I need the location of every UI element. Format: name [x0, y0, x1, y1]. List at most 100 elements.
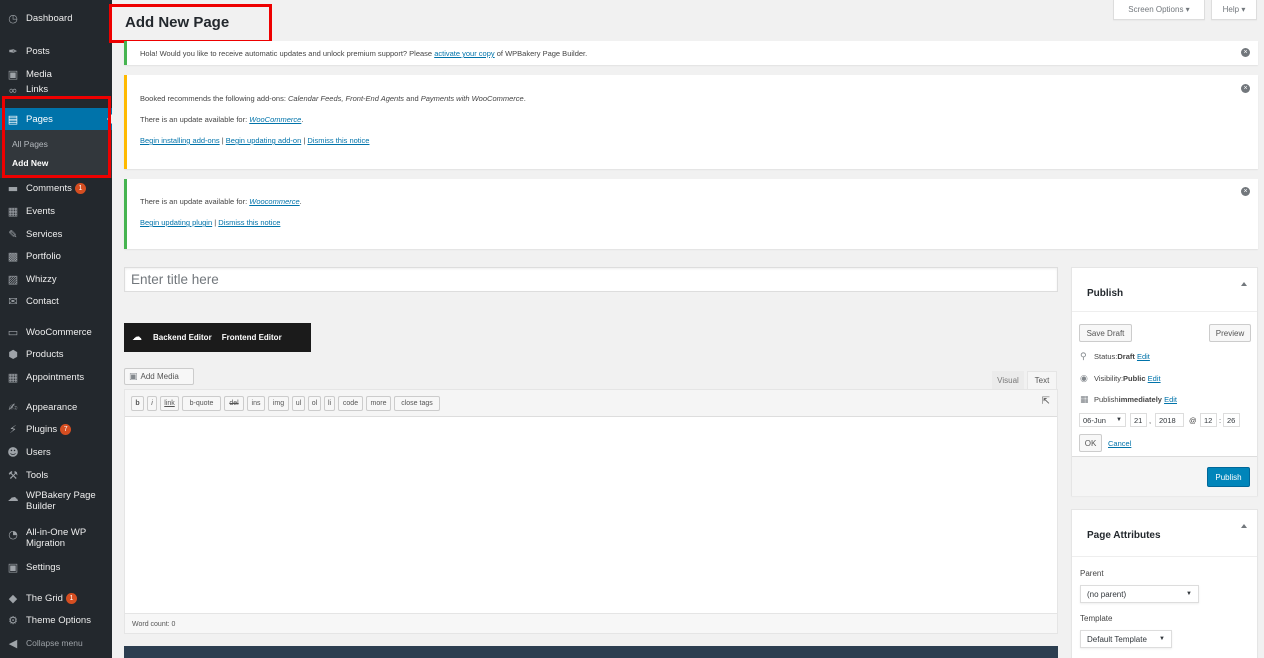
- menu-item-links[interactable]: ∞ Links: [0, 84, 112, 96]
- cancel-link[interactable]: Cancel: [1108, 439, 1131, 448]
- menu-item-all-in-one-migration[interactable]: ◔ All-in-One WP Migration: [0, 527, 112, 557]
- menu-label: Users: [26, 446, 51, 458]
- activate-link[interactable]: activate your copy: [434, 49, 494, 58]
- parent-select[interactable]: (no parent) ▼: [1080, 585, 1199, 603]
- menu-label: Whizzy: [26, 273, 57, 285]
- tab-visual[interactable]: Visual: [992, 371, 1024, 389]
- portfolio-icon: ▩: [7, 249, 19, 263]
- publish-button[interactable]: Publish: [1207, 467, 1250, 487]
- woocommerce-link[interactable]: Woocommerce: [249, 197, 299, 206]
- menu-label: The Grid 1: [26, 592, 112, 604]
- menu-item-appointments[interactable]: ▦ Appointments: [0, 366, 112, 388]
- menu-label: Collapse menu: [26, 638, 83, 648]
- menu-item-events[interactable]: ▦ Events: [0, 200, 112, 222]
- menu-item-dashboard[interactable]: ◷ Dashboard: [0, 7, 112, 29]
- tab-text[interactable]: Text: [1027, 371, 1057, 389]
- collapse-icon: ◀: [8, 636, 18, 650]
- qt-close-tags-button[interactable]: close tags: [394, 396, 440, 411]
- notice-wpbakery-activation: Hola! Would you like to receive automati…: [124, 41, 1258, 65]
- menu-item-tools[interactable]: ⚒ Tools: [0, 464, 112, 486]
- dismiss-notice-link[interactable]: Dismiss this notice: [218, 218, 280, 227]
- frontend-editor-button[interactable]: Frontend Editor: [219, 333, 289, 342]
- qt-code-button[interactable]: code: [338, 396, 363, 411]
- menu-label: Plugins 7: [26, 423, 112, 435]
- link-icon: ∞: [8, 84, 18, 96]
- menu-item-settings[interactable]: ▣ Settings: [0, 556, 112, 578]
- preview-button[interactable]: Preview: [1209, 324, 1251, 342]
- menu-item-comments[interactable]: ▬ Comments 1: [0, 177, 112, 199]
- toggle-panel-icon[interactable]: [1241, 282, 1247, 286]
- dismiss-icon[interactable]: ×: [1241, 187, 1250, 196]
- page-title: Add New Page: [125, 14, 230, 31]
- edit-date-link[interactable]: Edit: [1164, 395, 1177, 404]
- day-input[interactable]: 21: [1130, 413, 1147, 427]
- hour-input[interactable]: 12: [1200, 413, 1217, 427]
- wpbakery-icon: ☁: [7, 491, 19, 504]
- qt-blockquote-button[interactable]: b-quote: [182, 396, 221, 411]
- qt-ul-button[interactable]: ul: [292, 396, 305, 411]
- begin-updating-addon-link[interactable]: Begin updating add-on: [226, 136, 301, 145]
- menu-item-portfolio[interactable]: ▩ Portfolio: [0, 245, 112, 267]
- qt-img-button[interactable]: img: [268, 396, 289, 411]
- page-attributes-box: Page Attributes Parent (no parent) ▼ Temp…: [1071, 509, 1258, 658]
- help-button[interactable]: Help ▾: [1211, 0, 1257, 20]
- save-draft-button[interactable]: Save Draft: [1079, 324, 1132, 342]
- toggle-panel-icon[interactable]: [1241, 524, 1247, 528]
- chevron-down-icon: ▼: [1159, 636, 1165, 642]
- backend-editor-button[interactable]: Backend Editor: [150, 333, 219, 342]
- fullscreen-icon[interactable]: ⇱: [1042, 396, 1050, 407]
- edit-status-link[interactable]: Edit: [1137, 352, 1150, 361]
- minute-input[interactable]: 26: [1223, 413, 1240, 427]
- plugin-icon: ⚡: [9, 422, 17, 436]
- menu-item-posts[interactable]: ✒ Posts: [0, 40, 112, 62]
- menu-item-plugins[interactable]: ⚡ Plugins 7: [0, 418, 112, 440]
- menu-label: Theme Options: [26, 614, 91, 626]
- calendar-icon: ▦: [7, 370, 19, 384]
- qt-ins-button[interactable]: ins: [247, 396, 265, 411]
- begin-updating-plugin-link[interactable]: Begin updating plugin: [140, 218, 212, 227]
- qt-italic-button[interactable]: i: [147, 396, 157, 411]
- notice-woocommerce-update: There is an update available for: Woocom…: [124, 179, 1258, 249]
- menu-item-whizzy[interactable]: ▨ Whizzy: [0, 268, 112, 290]
- qt-more-button[interactable]: more: [366, 396, 391, 411]
- parent-label: Parent: [1080, 569, 1104, 578]
- menu-item-woocommerce[interactable]: ▭ WooCommerce: [0, 321, 112, 343]
- edit-visibility-link[interactable]: Edit: [1148, 374, 1161, 383]
- menu-item-contact[interactable]: ✉ Contact: [0, 290, 112, 312]
- submenu-add-new[interactable]: Add New: [12, 158, 48, 168]
- menu-item-pages[interactable]: ▤ Pages: [0, 108, 112, 130]
- content-editor[interactable]: b i link b-quote del ins img ul ol li co…: [124, 389, 1058, 634]
- menu-item-products[interactable]: ⬢ Products: [0, 343, 112, 365]
- qt-ol-button[interactable]: ol: [308, 396, 321, 411]
- pin-icon: ✒: [8, 44, 18, 58]
- qt-link-button[interactable]: link: [160, 396, 179, 411]
- menu-item-appearance[interactable]: ✍ Appearance: [0, 396, 112, 418]
- collapse-menu-button[interactable]: ◀ Collapse menu: [0, 632, 112, 654]
- menu-item-services[interactable]: ✎ Services: [0, 223, 112, 245]
- pin-icon: ⚲: [1080, 351, 1087, 361]
- template-select[interactable]: Default Template ▼: [1080, 630, 1172, 648]
- year-input[interactable]: 2018: [1155, 413, 1184, 427]
- qt-del-button[interactable]: del: [224, 396, 244, 411]
- menu-item-users[interactable]: ☻ Users: [0, 441, 112, 463]
- menu-item-theme-options[interactable]: ⚙ Theme Options: [0, 609, 112, 631]
- admin-sidebar: ◷ Dashboard ✒ Posts ▣ Media ∞ Links ▤ Pages A…: [0, 0, 112, 658]
- screen-options-button[interactable]: Screen Options ▾: [1113, 0, 1205, 20]
- woocommerce-link[interactable]: WooCommerce: [249, 115, 301, 124]
- dismiss-icon[interactable]: ×: [1241, 48, 1250, 57]
- ok-button[interactable]: OK: [1079, 434, 1102, 452]
- add-media-button[interactable]: ▣ Add Media: [124, 368, 194, 385]
- qt-bold-button[interactable]: b: [131, 396, 144, 411]
- dismiss-notice-link[interactable]: Dismiss this notice: [307, 136, 369, 145]
- menu-item-media[interactable]: ▣ Media: [0, 63, 112, 85]
- post-title-input[interactable]: [124, 267, 1058, 292]
- menu-label: Tools: [26, 469, 49, 481]
- qt-li-button[interactable]: li: [324, 396, 335, 411]
- menu-label: Events: [26, 205, 56, 217]
- begin-installing-addons-link[interactable]: Begin installing add-ons: [140, 136, 220, 145]
- dismiss-icon[interactable]: ×: [1241, 84, 1250, 93]
- menu-item-the-grid[interactable]: ◆ The Grid 1: [0, 587, 112, 609]
- menu-item-wpbakery[interactable]: ☁ WPBakery Page Builder: [0, 490, 112, 520]
- submenu-all-pages[interactable]: All Pages: [12, 139, 48, 149]
- month-select[interactable]: 06-Jun ▼: [1079, 413, 1126, 427]
